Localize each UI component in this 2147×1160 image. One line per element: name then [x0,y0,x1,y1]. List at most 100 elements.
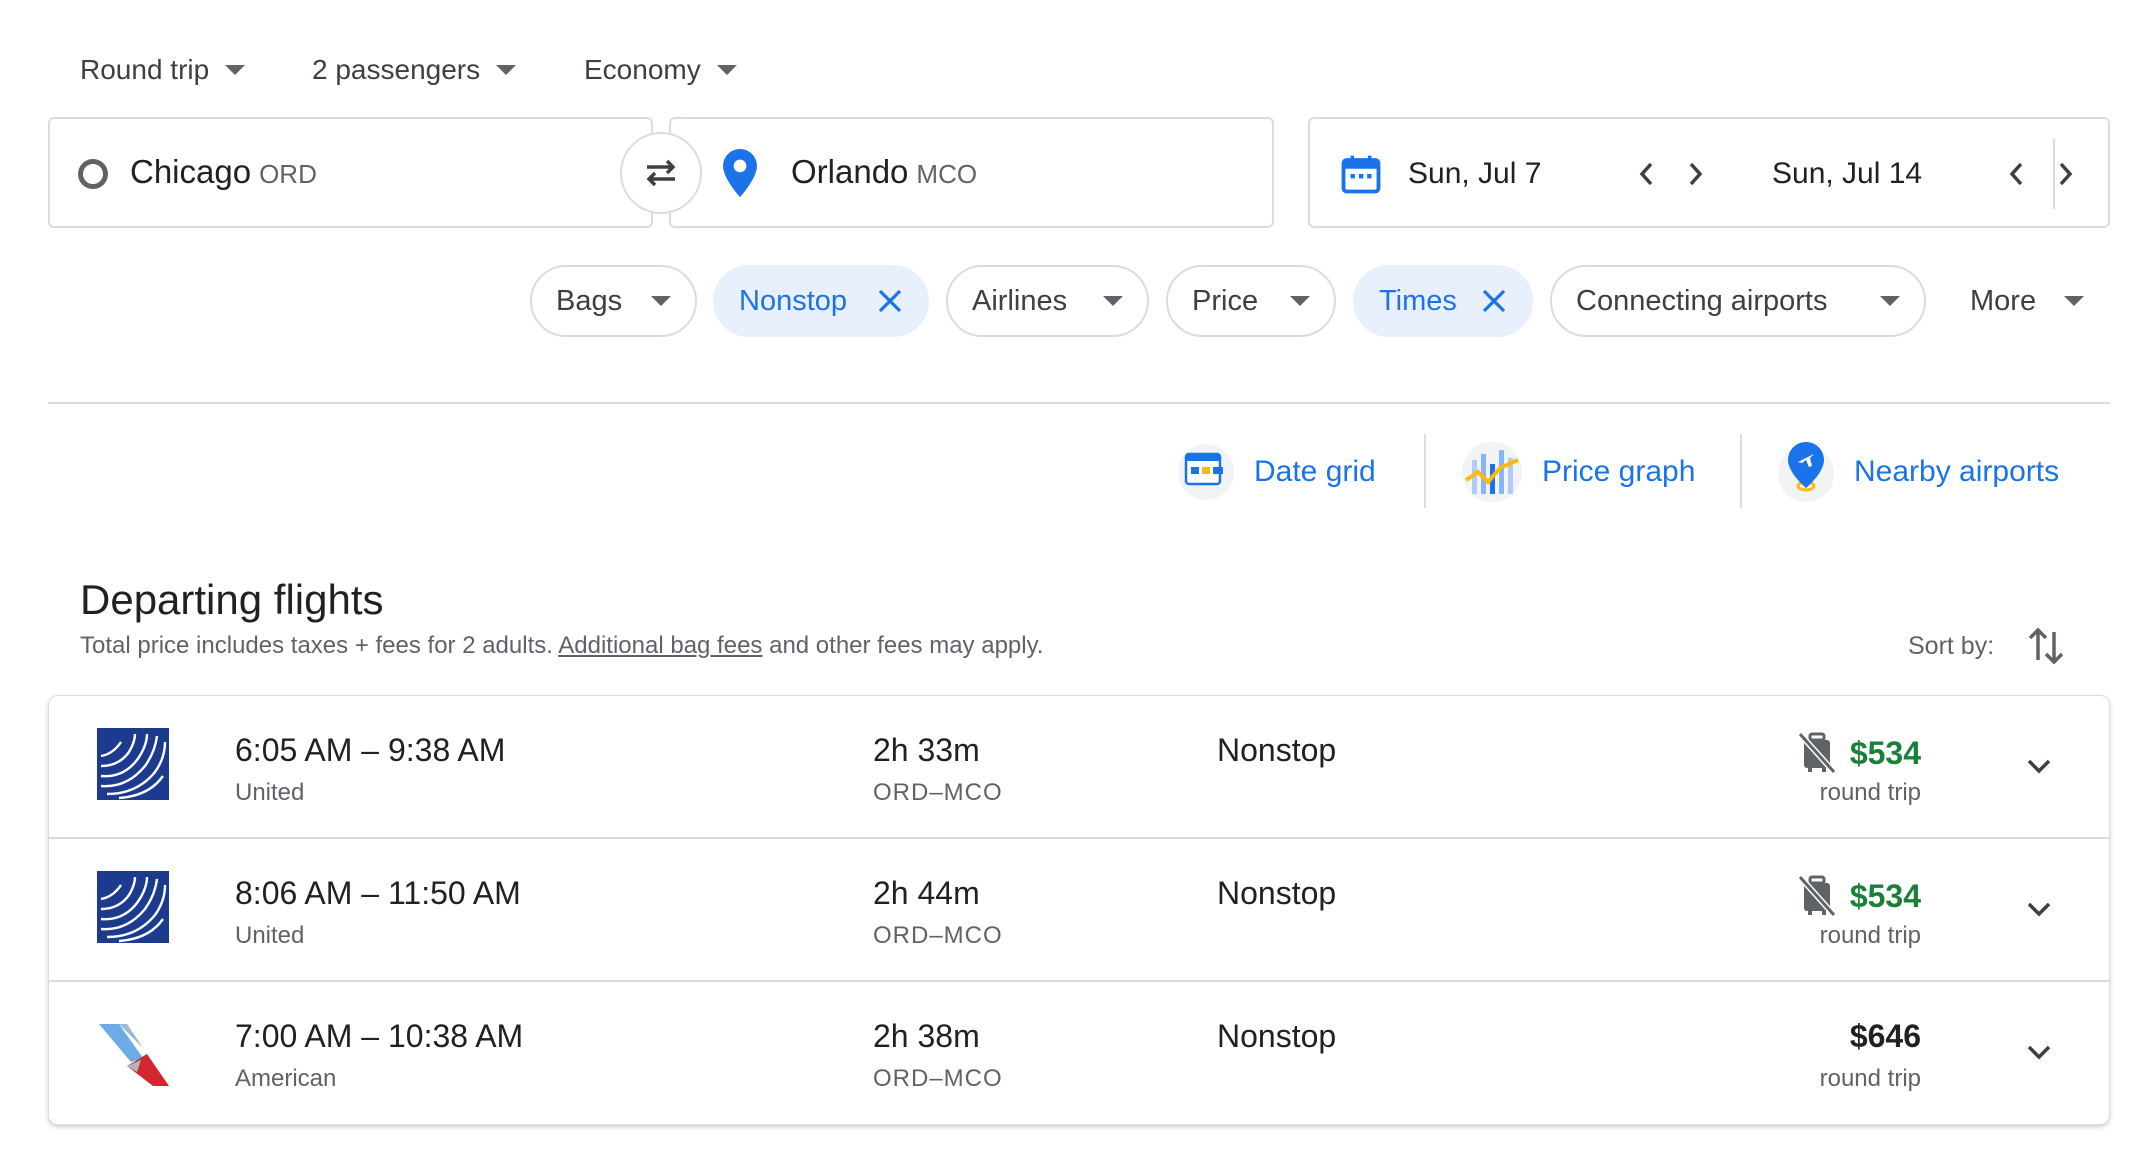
disclaimer-text-pre: Total price includes taxes + fees for 2 … [80,632,553,659]
return-date: Sun, Jul 14 [1772,157,1923,190]
flight-duration: 2h 44m [873,875,980,911]
caret-down-icon [651,296,671,306]
price-filter-label: Price [1192,284,1259,317]
cabin-select[interactable]: Economy [584,48,737,92]
origin-city: Chicago [130,153,252,190]
flight-price: $646 [1850,1018,1921,1055]
airline-name: United [235,779,305,806]
chevron-down-icon[interactable] [2019,1032,2059,1072]
disclaimer-text-post: and other fees may apply. [769,632,1044,659]
chevron-right-icon [1689,162,1703,186]
price-value: $534 [1849,877,1921,914]
date-grid-button[interactable]: Date grid [1176,440,1376,504]
more-filters-label: More [1970,284,2037,317]
connecting-airports-filter-label: Connecting airports [1576,284,1828,317]
caret-down-icon [1103,296,1123,306]
destination-text: Orlando MCO [791,153,977,191]
caret-down-icon [716,65,737,75]
price-type: round trip [1819,779,1921,806]
destination-field[interactable]: Orlando MCO [669,117,1274,228]
depart-prev-button[interactable] [1630,157,1664,191]
nearby-airports-button[interactable]: Nearby airports [1776,440,2059,504]
bags-filter-chip[interactable]: Bags [530,265,697,337]
caret-down-icon [496,65,517,75]
calendar-icon [1341,155,1381,194]
swap-button[interactable] [620,132,702,214]
chevron-left-icon [1639,162,1653,186]
trip-type-label: Round trip [80,54,210,85]
price-disclaimer: Total price includes taxes + fees for 2 … [80,632,1043,660]
times-filter-chip[interactable]: Times [1353,265,1533,337]
nonstop-filter-label: Nonstop [739,284,848,317]
no-carry-on-bag-icon [1797,732,1836,774]
flight-times: 7:00 AM – 10:38 AM [235,1018,524,1054]
destination-city: Orlando [791,153,909,190]
location-pin-icon [723,149,757,197]
sort-by-label: Sort by: [1908,632,1995,660]
flight-stops: Nonstop [1217,732,1337,768]
airline-name: American [235,1065,337,1092]
price-value: $534 [1849,734,1921,771]
price-type: round trip [1819,1065,1921,1092]
price-graph-button[interactable]: Price graph [1460,440,1695,504]
flight-duration: 2h 33m [873,732,980,768]
no-carry-on-bag-icon [1797,875,1836,917]
sort-icon[interactable] [2026,624,2066,668]
origin-text: Chicago ORD [130,153,317,191]
passengers-label: 2 passengers [312,54,481,85]
flight-row[interactable]: 8:06 AM – 11:50 AM United 2h 44m ORD–MCO… [49,839,2109,982]
date-grid-icon [1178,444,1234,500]
flight-times: 8:06 AM – 11:50 AM [235,875,521,911]
tool-separator [1424,434,1426,508]
return-prev-button[interactable] [2000,157,2034,191]
flight-row[interactable]: 7:00 AM – 10:38 AM American 2h 38m ORD–M… [49,982,2109,1124]
close-icon[interactable] [1481,288,1507,314]
flight-row[interactable]: 6:05 AM – 9:38 AM United 2h 33m ORD–MCO … [49,696,2109,839]
tool-separator [1740,434,1742,508]
passengers-select[interactable]: 2 passengers [312,48,517,92]
flight-price: $534 [1797,732,1921,774]
american-airlines-logo-icon [99,1024,169,1086]
close-icon[interactable] [877,288,903,314]
price-filter-chip[interactable]: Price [1166,265,1336,337]
chevron-left-icon [2009,162,2023,186]
flight-times: 6:05 AM – 9:38 AM [235,732,506,768]
origin-circle-icon [78,159,108,189]
caret-down-icon [1290,296,1310,306]
flight-results-list: 6:05 AM – 9:38 AM United 2h 33m ORD–MCO … [48,695,2110,1125]
price-value: $646 [1849,1018,1921,1054]
flight-stops: Nonstop [1217,875,1337,911]
flight-price: $534 [1797,875,1921,917]
airlines-filter-label: Airlines [972,284,1068,317]
trip-type-select[interactable]: Round trip [80,48,246,92]
flight-duration: 2h 38m [873,1018,980,1054]
airlines-filter-chip[interactable]: Airlines [946,265,1149,337]
airline-name: United [235,922,305,949]
depart-next-button[interactable] [1678,157,1712,191]
return-next-button[interactable] [2048,157,2082,191]
chevron-down-icon[interactable] [2019,746,2059,786]
united-logo-icon [97,728,169,800]
origin-field[interactable]: Chicago ORD [48,117,653,228]
bags-filter-label: Bags [556,284,623,317]
date-field[interactable]: Sun, Jul 7 Sun, Jul 14 [1308,117,2110,228]
connecting-airports-filter-chip[interactable]: Connecting airports [1550,265,1926,337]
caret-down-icon [2064,296,2085,306]
nearby-airports-label: Nearby airports [1854,455,2060,488]
origin-code: ORD [259,159,317,189]
destination-code: MCO [916,159,978,189]
times-filter-label: Times [1379,284,1457,317]
chevron-down-icon[interactable] [2019,889,2059,929]
caret-down-icon [1880,296,1900,306]
nonstop-filter-chip[interactable]: Nonstop [713,265,929,337]
more-filters-button[interactable]: More [1970,265,2085,337]
bag-fees-link[interactable]: Additional bag fees [558,632,762,659]
price-graph-label: Price graph [1542,455,1696,488]
swap-arrows-icon [646,159,676,187]
caret-down-icon [225,65,246,75]
chevron-right-icon [2059,162,2073,186]
price-type: round trip [1819,922,1921,949]
flight-route: ORD–MCO [873,779,1003,806]
departing-flights-title: Departing flights [80,576,384,623]
depart-date: Sun, Jul 7 [1408,157,1542,190]
